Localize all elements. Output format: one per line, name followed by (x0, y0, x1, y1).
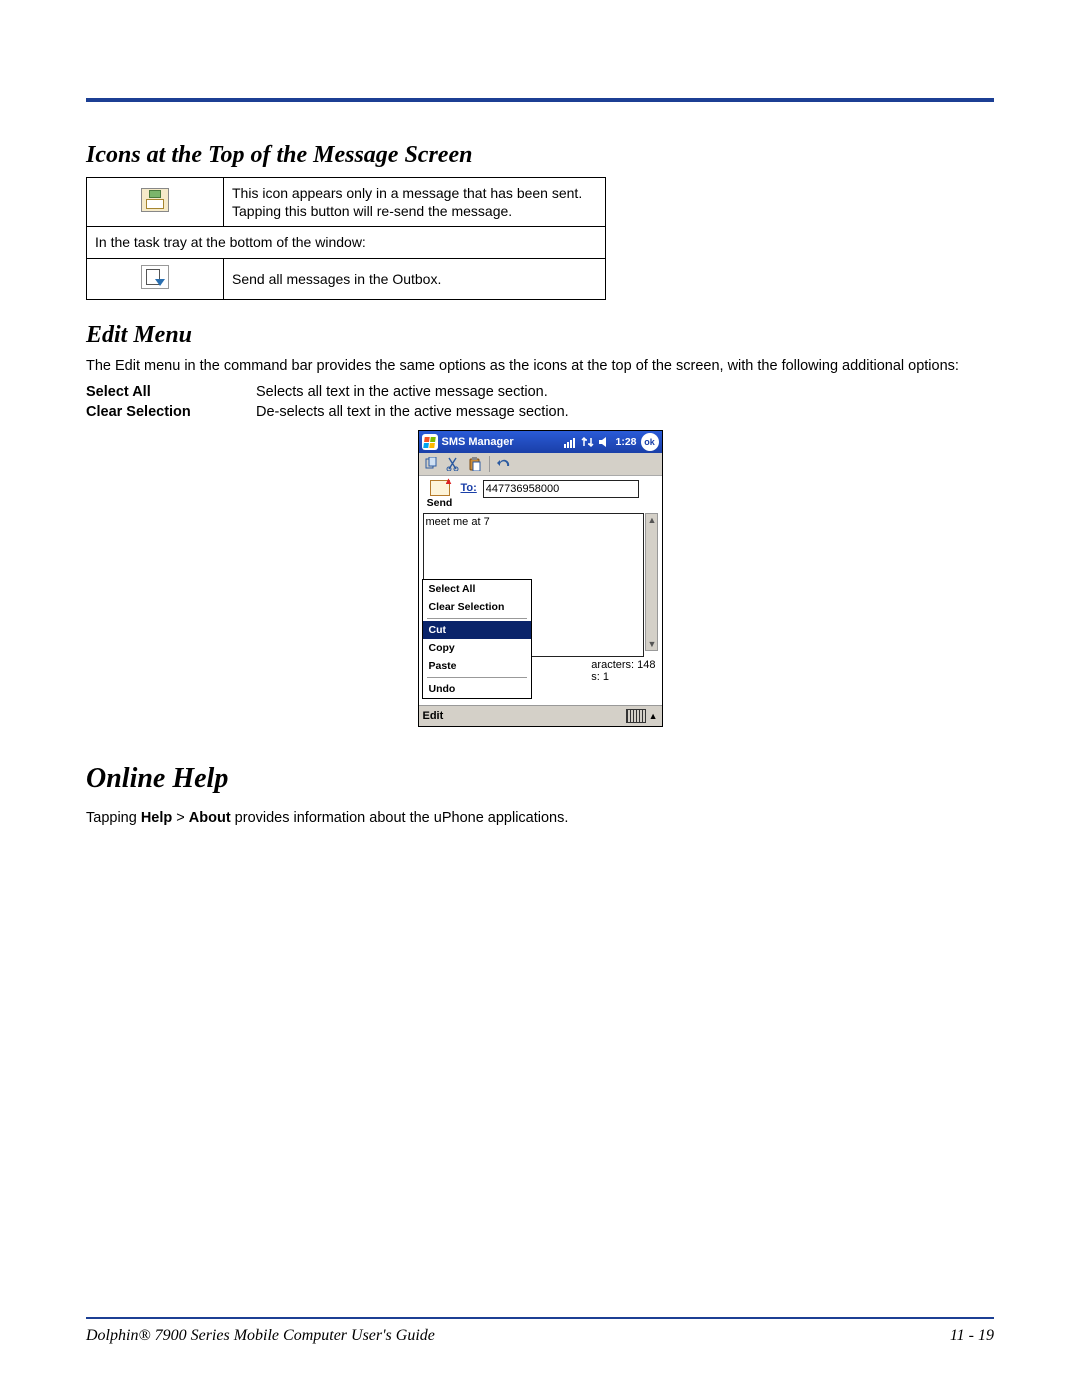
icons-heading: Icons at the Top of the Message Screen (86, 142, 994, 169)
online-help-heading: Online Help (86, 763, 994, 795)
undo-icon[interactable] (496, 456, 512, 472)
options-list: Select All Selects all text in the activ… (86, 384, 994, 420)
table-row: This icon appears only in a message that… (87, 178, 606, 227)
edit-menu-button[interactable]: Edit (423, 710, 444, 722)
signal-icon (564, 436, 577, 448)
clear-selection-label: Clear Selection (86, 404, 256, 420)
option-row: Select All Selects all text in the activ… (86, 384, 994, 400)
send-label: Send (427, 497, 453, 509)
select-all-label: Select All (86, 384, 256, 400)
edit-intro: The Edit menu in the command bar provide… (86, 357, 994, 377)
edit-menu-heading: Edit Menu (86, 322, 994, 349)
resend-desc: This icon appears only in a message that… (224, 178, 606, 227)
page-number: 11 - 19 (950, 1327, 994, 1345)
footer-title: Dolphin® 7900 Series Mobile Computer Use… (86, 1327, 435, 1345)
send-button[interactable]: Send (425, 480, 455, 509)
characters-count: aracters: 148 (591, 659, 655, 671)
help-text-post: provides information about the uPhone ap… (231, 810, 569, 826)
ok-button[interactable]: ok (641, 433, 659, 451)
resend-icon-cell (87, 178, 224, 227)
sms-manager-screenshot: SMS Manager 1:28 ok (418, 430, 663, 727)
status-info: aracters: 148 s: 1 (591, 659, 655, 683)
table-row: In the task tray at the bottom of the wi… (87, 227, 606, 258)
menu-clear-selection[interactable]: Clear Selection (423, 598, 531, 616)
about-bold: About (189, 810, 231, 826)
menu-separator (427, 677, 527, 678)
menu-paste[interactable]: Paste (423, 657, 531, 675)
scroll-down-icon[interactable]: ▼ (648, 639, 657, 649)
online-help-text: Tapping Help > About provides informatio… (86, 809, 994, 829)
task-tray-heading: In the task tray at the bottom of the wi… (87, 227, 606, 258)
messages-count: s: 1 (591, 671, 655, 683)
menu-select-all[interactable]: Select All (423, 580, 531, 598)
scrollbar[interactable]: ▲ ▼ (645, 513, 658, 651)
copy-icon[interactable] (423, 456, 439, 472)
clear-selection-desc: De-selects all text in the active messag… (256, 404, 569, 420)
cut-icon[interactable] (445, 456, 461, 472)
help-bold: Help (141, 810, 172, 826)
send-all-icon-cell (87, 258, 224, 299)
help-text-pre: Tapping (86, 810, 141, 826)
chevron-up-icon: ▲ (649, 711, 658, 721)
select-all-desc: Selects all text in the active message s… (256, 384, 548, 400)
help-arrow: > (172, 810, 189, 826)
edit-context-menu: Select All Clear Selection Cut Copy Past… (422, 579, 532, 699)
table-row: Send all messages in the Outbox. (87, 258, 606, 299)
app-title: SMS Manager (442, 436, 514, 448)
speaker-icon (598, 436, 611, 448)
page-footer: Dolphin® 7900 Series Mobile Computer Use… (86, 1317, 994, 1345)
send-all-desc: Send all messages in the Outbox. (224, 258, 606, 299)
send-all-outbox-icon (141, 265, 169, 289)
titlebar: SMS Manager 1:28 ok (419, 431, 662, 453)
option-row: Clear Selection De-selects all text in t… (86, 404, 994, 420)
windows-logo-icon[interactable] (422, 434, 438, 450)
icons-table: This icon appears only in a message that… (86, 177, 606, 300)
keyboard-icon (626, 709, 646, 723)
edit-toolbar (419, 453, 662, 476)
menu-cut[interactable]: Cut (423, 621, 531, 639)
sip-toggle[interactable]: ▲ (626, 709, 658, 723)
paste-icon[interactable] (467, 456, 483, 472)
send-envelope-icon (430, 480, 450, 496)
to-field-row: Send To: (419, 476, 662, 511)
menu-copy[interactable]: Copy (423, 639, 531, 657)
menu-separator (427, 618, 527, 619)
command-bar: Edit ▲ (419, 705, 662, 726)
to-input[interactable] (483, 480, 639, 498)
connectivity-icon (581, 436, 594, 448)
clock: 1:28 (615, 436, 636, 448)
scroll-up-icon[interactable]: ▲ (648, 515, 657, 525)
toolbar-divider (489, 456, 490, 472)
resend-message-icon (141, 188, 169, 212)
menu-undo[interactable]: Undo (423, 680, 531, 698)
top-rule (86, 98, 994, 102)
to-label[interactable]: To: (461, 480, 477, 494)
